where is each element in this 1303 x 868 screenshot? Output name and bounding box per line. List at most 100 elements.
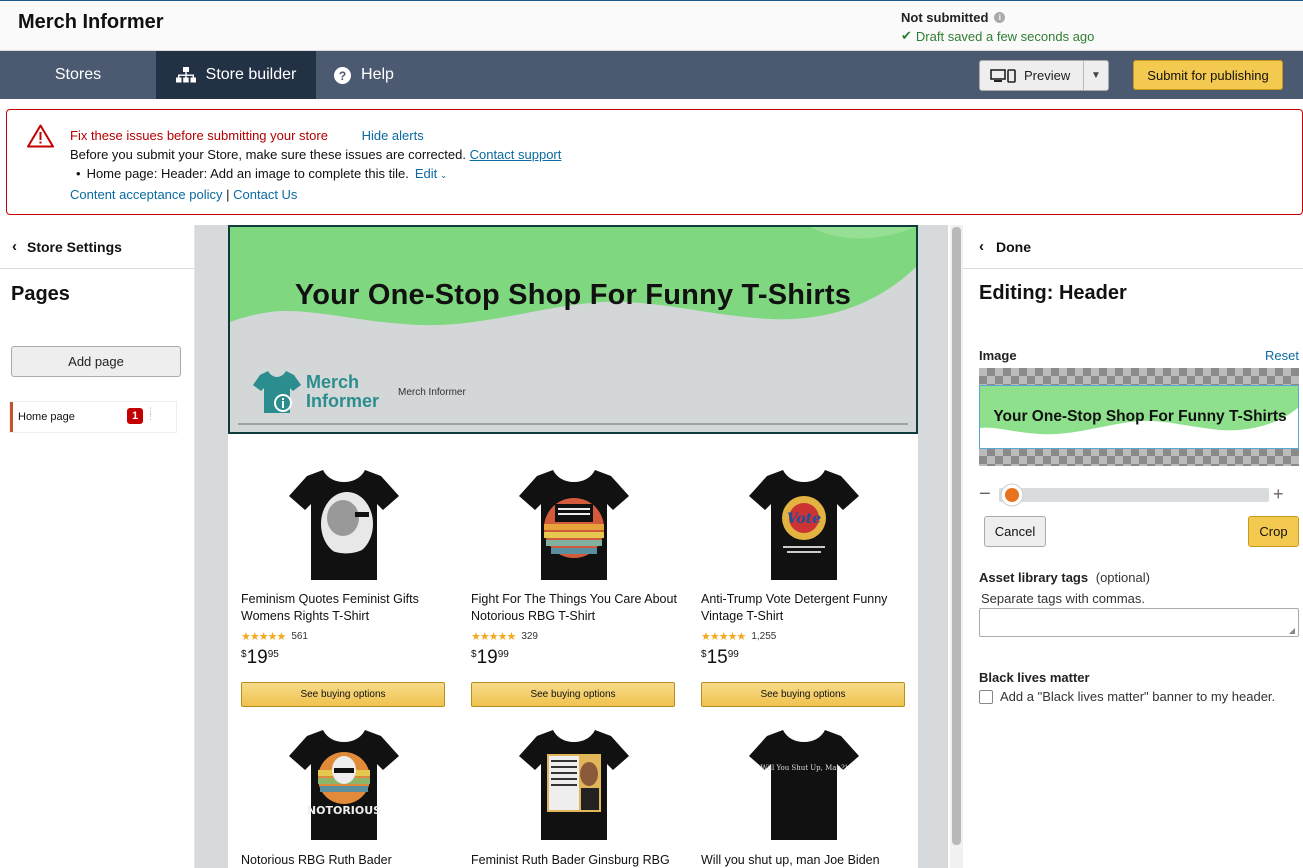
alert-body: Fix these issues before submitting your … [70, 126, 561, 204]
zoom-slider[interactable]: − + [979, 483, 1301, 507]
scrollbar-thumb[interactable] [952, 227, 961, 845]
product-rating[interactable]: ★★★★★ 561 [241, 630, 308, 643]
editing-title: Editing: Header [979, 282, 1127, 304]
done-back[interactable]: ‹ Done [963, 225, 1303, 269]
review-count: 561 [291, 631, 308, 642]
add-page-button[interactable]: Add page [11, 346, 181, 377]
tab-store-builder[interactable]: Store builder [156, 51, 316, 99]
crop-selection[interactable]: Your One-Stop Shop For Funny T-Shirts [979, 385, 1299, 449]
page-item-label: Home page [18, 411, 75, 423]
svg-text:?: ? [339, 69, 346, 83]
drag-handle-icon[interactable]: ⋮ ⋮ [146, 407, 155, 421]
zoom-in-icon[interactable]: + [1273, 483, 1284, 505]
star-rating-icon: ★★★★★ [471, 631, 516, 643]
bullet-dot: • [76, 166, 81, 181]
pages-panel: ‹ Store Settings Pages Add page Home pag… [0, 225, 195, 868]
status-title-row: Not submitted i [901, 10, 1094, 25]
product-title[interactable]: Feminism Quotes Feminist Gifts Womens Ri… [241, 591, 451, 625]
cancel-button[interactable]: Cancel [984, 516, 1046, 547]
tshirt-image: Vote [749, 470, 859, 580]
product-card[interactable]: Fight For The Things You Care About Noto… [471, 434, 677, 714]
resize-handle-icon[interactable]: ◢ [1289, 626, 1295, 635]
alert-box: Fix these issues before submitting your … [6, 109, 1303, 215]
alert-title-row: Fix these issues before submitting your … [70, 126, 561, 145]
canvas-scrollbar[interactable] [950, 225, 963, 868]
shirt-print-text: Will You Shut Up, Man?! [760, 764, 847, 772]
svg-text:Vote: Vote [787, 511, 821, 527]
currency-symbol: $ [701, 649, 707, 660]
chevron-left-icon: ‹ [12, 238, 17, 255]
blm-checkbox-label[interactable]: Add a "Black lives matter" banner to my … [1000, 689, 1275, 704]
chevron-down-icon[interactable]: ▼ [1084, 70, 1108, 81]
price-cents: 99 [727, 649, 739, 660]
blm-checkbox[interactable] [979, 689, 993, 704]
help-icon: ? [334, 66, 352, 84]
alert-links-row: Content acceptance policy | Contact Us [70, 185, 561, 204]
tshirt-image: Will You Shut Up, Man?! [749, 730, 859, 840]
zoom-out-icon[interactable]: − [979, 483, 991, 505]
editor-panel: ‹ Done Editing: Header Image Reset Your … [963, 225, 1303, 868]
product-grid: Feminism Quotes Feminist Gifts Womens Ri… [228, 434, 918, 868]
price-dollars: 19 [476, 647, 498, 668]
slider-knob[interactable] [997, 483, 1027, 507]
content-policy-link[interactable]: Content acceptance policy [70, 187, 222, 202]
product-price: $1599 [701, 647, 739, 669]
tab-store-builder-label: Store builder [205, 66, 297, 83]
see-buying-options-button[interactable]: See buying options [241, 682, 445, 707]
slider-track[interactable] [999, 488, 1269, 502]
star-rating-icon: ★★★★★ [701, 631, 746, 643]
done-label: Done [996, 238, 1031, 255]
tab-stores[interactable]: Stores [0, 51, 156, 99]
blm-option[interactable]: Add a "Black lives matter" banner to my … [979, 689, 1275, 704]
devices-icon [990, 68, 1016, 83]
crop-button[interactable]: Crop [1248, 516, 1299, 547]
check-icon: ✔ [901, 28, 912, 43]
app-title: Merch Informer [18, 11, 164, 33]
preview-main[interactable]: Preview [980, 61, 1084, 90]
product-title[interactable]: Notorious RBG Ruth Bader [241, 852, 451, 868]
product-card[interactable]: NOTORIOUS Notorious RBG Ruth Bader [241, 724, 446, 868]
product-title[interactable]: Fight For The Things You Care About Noto… [471, 591, 681, 625]
main-nav: Stores Store builder ? Help Preview ▼ [0, 51, 1303, 99]
contact-us-link[interactable]: Contact Us [233, 187, 297, 202]
store-settings-back[interactable]: ‹ Store Settings [0, 225, 194, 269]
reset-link[interactable]: Reset [1265, 348, 1299, 363]
draft-status-text: Draft saved a few seconds ago [915, 28, 1095, 44]
link-separator: | [226, 187, 230, 202]
hide-alerts-link[interactable]: Hide alerts [362, 126, 424, 145]
product-card[interactable]: Will You Shut Up, Man?! Will you shut up… [701, 724, 906, 868]
product-title[interactable]: Feminist Ruth Bader Ginsburg RBG [471, 852, 681, 868]
price-cents: 95 [267, 649, 279, 660]
issue-count-badge: 1 [127, 408, 143, 424]
tab-help[interactable]: ? Help [316, 51, 412, 99]
see-buying-options-button[interactable]: See buying options [471, 682, 675, 707]
price-dollars: 15 [706, 647, 728, 668]
sitemap-icon [175, 67, 196, 83]
draft-status: ✔ Draft saved a few seconds ago [901, 28, 1094, 44]
see-buying-options-button[interactable]: See buying options [701, 682, 905, 707]
image-crop-area[interactable]: Your One-Stop Shop For Funny T-Shirts [979, 368, 1299, 466]
tshirt-logo-icon [253, 371, 301, 413]
product-card[interactable]: Vote Anti-Trump Vote Detergent Funny Vin… [701, 434, 906, 714]
product-rating[interactable]: ★★★★★ 1,255 [701, 630, 776, 643]
edit-issue-link[interactable]: Edit ⌄ [415, 164, 447, 185]
preview-button[interactable]: Preview ▼ [979, 60, 1109, 91]
alert-issue: • Home page: Header: Add an image to com… [70, 164, 561, 185]
tshirt-image [289, 470, 399, 580]
star-rating-icon: ★★★★★ [241, 631, 286, 643]
product-title[interactable]: Will you shut up, man Joe Biden [701, 852, 911, 868]
logo-wordmark: Merch Informer [306, 373, 379, 411]
info-icon[interactable]: i [994, 12, 1006, 23]
asset-tags-input[interactable]: ◢ [979, 608, 1299, 637]
contact-support-link[interactable]: Contact support [470, 147, 562, 162]
product-card[interactable]: Feminism Quotes Feminist Gifts Womens Ri… [241, 434, 446, 714]
submit-for-publishing-button[interactable]: Submit for publishing [1133, 60, 1283, 90]
product-card[interactable]: Feminist Ruth Bader Ginsburg RBG [471, 724, 676, 868]
alert-issue-text: Home page: Header: Add an image to compl… [86, 166, 409, 181]
tab-help-label: Help [361, 66, 394, 83]
product-title[interactable]: Anti-Trump Vote Detergent Funny Vintage … [701, 591, 911, 625]
header-tile[interactable]: Your One-Stop Shop For Funny T-Shirts Me… [228, 225, 918, 434]
page-item-home[interactable]: Home page 1 ⋮ ⋮ [10, 402, 176, 432]
alert-title: Fix these issues before submitting your … [70, 128, 328, 143]
product-rating[interactable]: ★★★★★ 329 [471, 630, 538, 643]
